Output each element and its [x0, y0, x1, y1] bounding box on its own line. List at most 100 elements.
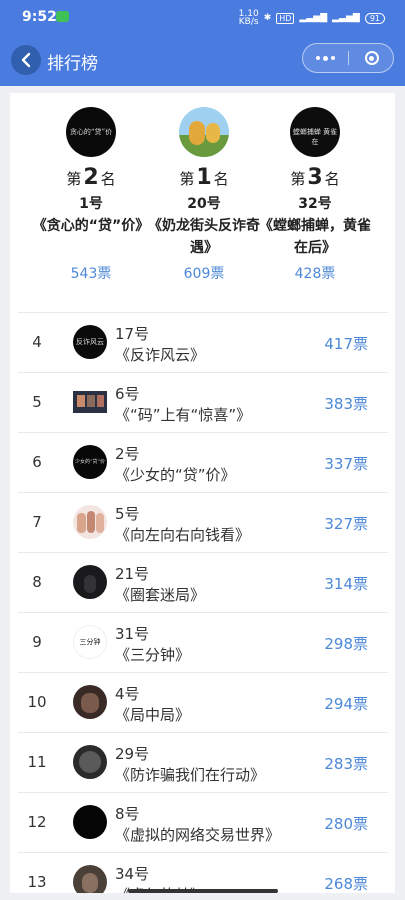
list-number: 31号	[115, 625, 150, 643]
podium-votes: 609票	[183, 266, 225, 282]
list-votes: 294票	[324, 695, 368, 713]
list-rank: 13	[27, 873, 47, 891]
nav-bar: 排行榜	[0, 34, 405, 86]
page-title: 排行榜	[47, 54, 98, 74]
avatar: 螳螂捕蝉 黄雀在	[290, 107, 340, 157]
list-item[interactable]: 5 6号 《“码”上有“惊喜”》 383票	[18, 372, 388, 432]
list-number: 8号	[115, 805, 140, 823]
list-number: 34号	[115, 865, 150, 883]
list-rank: 5	[32, 393, 42, 411]
ranking-list: 4 反诈风云 17号 《反诈风云》 417票 5 6号 《“码”上有“惊喜”》 …	[18, 312, 388, 893]
list-number: 21号	[115, 565, 150, 583]
list-title: 《“码”上有“惊喜”》	[115, 406, 252, 424]
avatar	[73, 805, 107, 839]
list-item[interactable]: 13 34号 《虚幻的梦》 268票	[18, 852, 388, 893]
avatar	[73, 865, 107, 893]
ranking-card: 贪心的“贷”价 第2 名 1号 《贪心的“贷”价》 543票 第1 名 20号 《奶…	[10, 93, 395, 893]
avatar	[73, 685, 107, 719]
more-dot-icon	[323, 55, 328, 61]
list-number: 5号	[115, 505, 140, 523]
podium-second[interactable]: 贪心的“贷”价 第2 名 1号 《贪心的“贷”价》 543票	[31, 107, 151, 282]
list-rank: 4	[32, 333, 42, 351]
status-time: 9:52	[22, 9, 57, 25]
list-item[interactable]: 7 5号 《向左向右向钱看》 327票	[18, 492, 388, 552]
avatar: 贪心的“贷”价	[66, 107, 116, 157]
more-button[interactable]	[303, 44, 348, 72]
avatar	[73, 565, 107, 599]
home-indicator[interactable]	[128, 889, 278, 893]
list-votes: 298票	[324, 635, 368, 653]
back-button[interactable]	[11, 45, 41, 75]
network-speed: 1.10 KB/s	[238, 9, 259, 27]
list-votes: 280票	[324, 815, 368, 833]
list-votes: 283票	[324, 755, 368, 773]
list-item[interactable]: 4 反诈风云 17号 《反诈风云》 417票	[18, 312, 388, 372]
mini-program-capsule	[302, 43, 394, 73]
podium-title: 《贪心的“贷”价》	[32, 218, 150, 234]
podium-title: 《螳螂捕蝉，黄雀在后》	[259, 218, 371, 256]
list-rank: 6	[32, 453, 42, 471]
list-number: 2号	[115, 445, 140, 463]
bluetooth-icon: ✱	[263, 13, 272, 23]
list-title: 《向左向右向钱看》	[115, 526, 251, 544]
list-title: 《三分钟》	[115, 646, 191, 664]
list-number: 6号	[115, 385, 140, 403]
podium-number: 32号	[298, 196, 332, 212]
signal-icon: ▂▃▅▇	[299, 13, 328, 23]
list-rank: 10	[27, 693, 47, 711]
signal-icon-2: ▂▃▅▇	[332, 13, 360, 23]
list-item[interactable]: 10 4号 《局中局》 294票	[18, 672, 388, 732]
list-title: 《局中局》	[115, 706, 191, 724]
battery-icon: 91	[364, 12, 385, 24]
list-title: 《虚拟的网络交易世界》	[115, 826, 281, 844]
avatar: 少女的“贷”价	[73, 445, 107, 479]
list-title: 《少女的“贷”价》	[115, 466, 236, 484]
avatar: 反诈风云	[73, 325, 107, 359]
avatar	[73, 391, 107, 413]
list-votes: 314票	[324, 575, 368, 593]
podium-votes: 543票	[70, 266, 112, 282]
list-rank: 11	[27, 753, 47, 771]
list-votes: 417票	[324, 335, 368, 353]
chevron-left-icon	[21, 52, 31, 68]
more-dot-icon	[331, 56, 335, 60]
close-button[interactable]	[349, 44, 394, 72]
more-dot-icon	[316, 56, 320, 60]
podium-votes: 428票	[294, 266, 336, 282]
avatar	[73, 505, 107, 539]
podium-rank: 第2 名	[66, 165, 116, 190]
list-rank: 12	[27, 813, 47, 831]
hd-badge: HD	[276, 12, 295, 24]
list-number: 17号	[115, 325, 150, 343]
list-item[interactable]: 12 8号 《虚拟的网络交易世界》 280票	[18, 792, 388, 852]
list-item[interactable]: 11 29号 《防诈骗我们在行动》 283票	[18, 732, 388, 792]
list-rank: 8	[32, 573, 42, 591]
target-icon	[364, 51, 379, 65]
list-votes: 327票	[324, 515, 368, 533]
podium-third[interactable]: 螳螂捕蝉 黄雀在 第3 名 32号 《螳螂捕蝉，黄雀在后》 428票	[255, 107, 375, 282]
list-number: 4号	[115, 685, 140, 703]
avatar	[179, 107, 229, 157]
list-item[interactable]: 6 少女的“贷”价 2号 《少女的“贷”价》 337票	[18, 432, 388, 492]
list-number: 29号	[115, 745, 150, 763]
list-title: 《圈套迷局》	[115, 586, 206, 604]
podium-number: 1号	[79, 196, 103, 212]
list-votes: 337票	[324, 455, 368, 473]
avatar: 三分钟	[73, 625, 107, 659]
podium-first[interactable]: 第1 名 20号 《奶龙街头反诈奇遇》 609票	[144, 107, 264, 282]
podium-number: 20号	[187, 196, 221, 212]
list-rank: 9	[32, 633, 42, 651]
list-item[interactable]: 8 21号 《圈套迷局》 314票	[18, 552, 388, 612]
list-votes: 383票	[324, 395, 368, 413]
podium-title: 《奶龙街头反诈奇遇》	[148, 218, 260, 256]
podium-rank: 第1 名	[179, 165, 229, 190]
wechat-icon	[56, 11, 69, 22]
status-bar: 9:52 1.10 KB/s ✱ HD ▂▃▅▇ ▂▃▅▇ 91	[0, 0, 405, 34]
status-icons: 1.10 KB/s ✱ HD ▂▃▅▇ ▂▃▅▇ 91	[238, 9, 385, 27]
list-votes: 268票	[324, 875, 368, 893]
list-title: 《防诈骗我们在行动》	[115, 766, 266, 784]
list-title: 《反诈风云》	[115, 346, 206, 364]
list-rank: 7	[32, 513, 42, 531]
list-item[interactable]: 9 三分钟 31号 《三分钟》 298票	[18, 612, 388, 672]
podium-rank: 第3 名	[290, 165, 340, 190]
